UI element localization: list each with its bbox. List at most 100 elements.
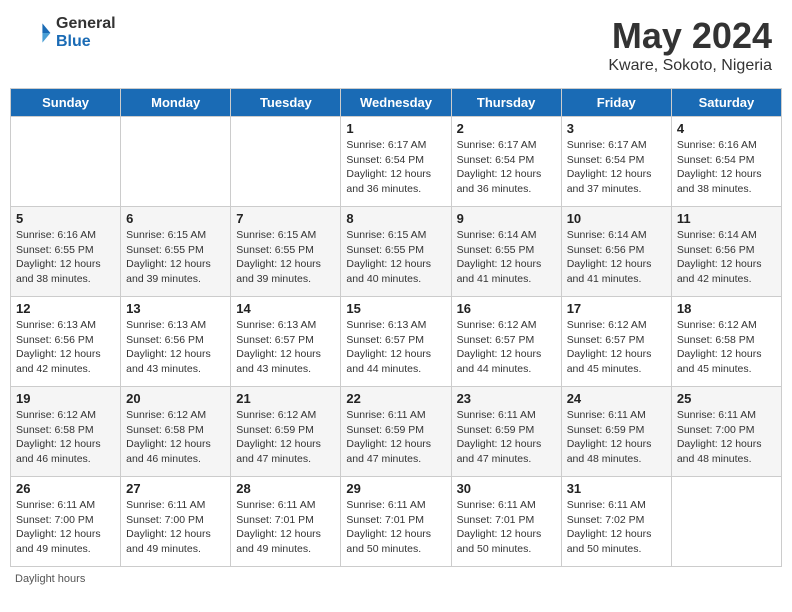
day-cell: 5 Sunrise: 6:16 AM Sunset: 6:55 PM Daylig…	[11, 207, 121, 297]
day-number: 13	[126, 301, 225, 316]
day-cell: 14Sunrise: 6:13 AM Sunset: 6:57 PM Dayli…	[231, 297, 341, 387]
logo-text: General Blue	[56, 15, 116, 50]
header-cell-thursday: Thursday	[451, 89, 561, 117]
day-info: Sunrise: 6:11 AM Sunset: 7:02 PM Dayligh…	[567, 498, 666, 557]
day-info: Sunrise: 6:14 AM Sunset: 6:56 PM Dayligh…	[677, 228, 776, 287]
location-label: Kware, Sokoto, Nigeria	[608, 57, 772, 75]
day-info: Sunrise: 6:15 AM Sunset: 6:55 PM Dayligh…	[126, 228, 225, 287]
day-info: Sunrise: 6:11 AM Sunset: 7:00 PM Dayligh…	[16, 498, 115, 557]
day-info: Sunrise: 6:11 AM Sunset: 7:00 PM Dayligh…	[126, 498, 225, 557]
day-info: Sunrise: 6:11 AM Sunset: 6:59 PM Dayligh…	[346, 408, 445, 467]
day-info: Sunrise: 6:16 AM Sunset: 6:54 PM Dayligh…	[677, 138, 776, 197]
header-cell-monday: Monday	[121, 89, 231, 117]
day-cell: 11 Sunrise: 6:14 AM Sunset: 6:56 PM Dayli…	[671, 207, 781, 297]
day-info: Sunrise: 6:13 AM Sunset: 6:56 PM Dayligh…	[16, 318, 115, 377]
day-info: Sunrise: 6:16 AM Sunset: 6:55 PM Dayligh…	[16, 228, 115, 287]
day-cell	[121, 117, 231, 207]
week-row-5: 26 Sunrise: 6:11 AM Sunset: 7:00 PM Dayli…	[11, 477, 782, 567]
day-number: 16	[457, 301, 556, 316]
week-row-3: 12Sunrise: 6:13 AM Sunset: 6:56 PM Dayli…	[11, 297, 782, 387]
day-number: 19	[16, 391, 115, 406]
day-info: Sunrise: 6:15 AM Sunset: 6:55 PM Dayligh…	[236, 228, 335, 287]
header-cell-saturday: Saturday	[671, 89, 781, 117]
header-cell-tuesday: Tuesday	[231, 89, 341, 117]
day-info: Sunrise: 6:15 AM Sunset: 6:55 PM Dayligh…	[346, 228, 445, 287]
day-cell: 29Sunrise: 6:11 AM Sunset: 7:01 PM Dayli…	[341, 477, 451, 567]
day-cell: 26 Sunrise: 6:11 AM Sunset: 7:00 PM Dayli…	[11, 477, 121, 567]
day-info: Sunrise: 6:13 AM Sunset: 6:57 PM Dayligh…	[346, 318, 445, 377]
day-cell: 24Sunrise: 6:11 AM Sunset: 6:59 PM Dayli…	[561, 387, 671, 477]
day-cell: 27Sunrise: 6:11 AM Sunset: 7:00 PM Dayli…	[121, 477, 231, 567]
day-cell: 19 Sunrise: 6:12 AM Sunset: 6:58 PM Dayli…	[11, 387, 121, 477]
day-number: 7	[236, 211, 335, 226]
day-info: Sunrise: 6:13 AM Sunset: 6:57 PM Dayligh…	[236, 318, 335, 377]
day-number: 6	[126, 211, 225, 226]
day-info: Sunrise: 6:17 AM Sunset: 6:54 PM Dayligh…	[346, 138, 445, 197]
day-cell: 6 Sunrise: 6:15 AM Sunset: 6:55 PM Daylig…	[121, 207, 231, 297]
day-number: 4	[677, 121, 776, 136]
day-cell: 8Sunrise: 6:15 AM Sunset: 6:55 PM Daylig…	[341, 207, 451, 297]
page-header: General Blue May 2024 Kware, Sokoto, Nig…	[10, 10, 782, 80]
day-cell: 2 Sunrise: 6:17 AM Sunset: 6:54 PM Daylig…	[451, 117, 561, 207]
day-info: Sunrise: 6:11 AM Sunset: 7:01 PM Dayligh…	[346, 498, 445, 557]
day-number: 28	[236, 481, 335, 496]
day-cell: 31 Sunrise: 6:11 AM Sunset: 7:02 PM Dayli…	[561, 477, 671, 567]
day-info: Sunrise: 6:12 AM Sunset: 6:58 PM Dayligh…	[126, 408, 225, 467]
day-info: Sunrise: 6:12 AM Sunset: 6:59 PM Dayligh…	[236, 408, 335, 467]
day-info: Sunrise: 6:12 AM Sunset: 6:58 PM Dayligh…	[677, 318, 776, 377]
day-cell: 20 Sunrise: 6:12 AM Sunset: 6:58 PM Dayli…	[121, 387, 231, 477]
day-info: Sunrise: 6:11 AM Sunset: 7:00 PM Dayligh…	[677, 408, 776, 467]
day-cell: 25 Sunrise: 6:11 AM Sunset: 7:00 PM Dayli…	[671, 387, 781, 477]
day-cell: 18 Sunrise: 6:12 AM Sunset: 6:58 PM Dayli…	[671, 297, 781, 387]
day-number: 1	[346, 121, 445, 136]
day-number: 25	[677, 391, 776, 406]
day-info: Sunrise: 6:17 AM Sunset: 6:54 PM Dayligh…	[457, 138, 556, 197]
header-row: SundayMondayTuesdayWednesdayThursdayFrid…	[11, 89, 782, 117]
day-number: 30	[457, 481, 556, 496]
day-cell: 12Sunrise: 6:13 AM Sunset: 6:56 PM Dayli…	[11, 297, 121, 387]
day-number: 3	[567, 121, 666, 136]
title-block: May 2024 Kware, Sokoto, Nigeria	[608, 15, 772, 75]
day-number: 17	[567, 301, 666, 316]
day-number: 31	[567, 481, 666, 496]
day-number: 21	[236, 391, 335, 406]
day-cell: 10 Sunrise: 6:14 AM Sunset: 6:56 PM Dayli…	[561, 207, 671, 297]
day-info: Sunrise: 6:11 AM Sunset: 7:01 PM Dayligh…	[236, 498, 335, 557]
day-number: 23	[457, 391, 556, 406]
day-number: 2	[457, 121, 556, 136]
day-cell: 13 Sunrise: 6:13 AM Sunset: 6:56 PM Dayli…	[121, 297, 231, 387]
day-number: 26	[16, 481, 115, 496]
day-number: 5	[16, 211, 115, 226]
week-row-1: 1 Sunrise: 6:17 AM Sunset: 6:54 PM Daylig…	[11, 117, 782, 207]
calendar-table: SundayMondayTuesdayWednesdayThursdayFrid…	[10, 88, 782, 567]
day-info: Sunrise: 6:11 AM Sunset: 6:59 PM Dayligh…	[567, 408, 666, 467]
day-cell: 9Sunrise: 6:14 AM Sunset: 6:55 PM Daylig…	[451, 207, 561, 297]
day-cell: 30 Sunrise: 6:11 AM Sunset: 7:01 PM Dayli…	[451, 477, 561, 567]
day-number: 11	[677, 211, 776, 226]
day-cell	[671, 477, 781, 567]
week-row-4: 19 Sunrise: 6:12 AM Sunset: 6:58 PM Dayli…	[11, 387, 782, 477]
day-cell: 21 Sunrise: 6:12 AM Sunset: 6:59 PM Dayli…	[231, 387, 341, 477]
day-cell: 4 Sunrise: 6:16 AM Sunset: 6:54 PM Daylig…	[671, 117, 781, 207]
day-cell	[231, 117, 341, 207]
day-cell: 17Sunrise: 6:12 AM Sunset: 6:57 PM Dayli…	[561, 297, 671, 387]
logo-general-text: General	[56, 15, 116, 33]
header-cell-wednesday: Wednesday	[341, 89, 451, 117]
day-cell: 28 Sunrise: 6:11 AM Sunset: 7:01 PM Dayli…	[231, 477, 341, 567]
day-cell: 1 Sunrise: 6:17 AM Sunset: 6:54 PM Daylig…	[341, 117, 451, 207]
day-cell: 3Sunrise: 6:17 AM Sunset: 6:54 PM Daylig…	[561, 117, 671, 207]
day-info: Sunrise: 6:14 AM Sunset: 6:55 PM Dayligh…	[457, 228, 556, 287]
day-info: Sunrise: 6:13 AM Sunset: 6:56 PM Dayligh…	[126, 318, 225, 377]
logo: General Blue	[20, 15, 116, 50]
day-info: Sunrise: 6:11 AM Sunset: 7:01 PM Dayligh…	[457, 498, 556, 557]
day-info: Sunrise: 6:14 AM Sunset: 6:56 PM Dayligh…	[567, 228, 666, 287]
week-row-2: 5 Sunrise: 6:16 AM Sunset: 6:55 PM Daylig…	[11, 207, 782, 297]
footer: Daylight hours	[10, 573, 782, 585]
day-number: 18	[677, 301, 776, 316]
day-info: Sunrise: 6:12 AM Sunset: 6:58 PM Dayligh…	[16, 408, 115, 467]
day-number: 20	[126, 391, 225, 406]
day-number: 10	[567, 211, 666, 226]
day-cell: 16Sunrise: 6:12 AM Sunset: 6:57 PM Dayli…	[451, 297, 561, 387]
logo-blue-text: Blue	[56, 33, 116, 51]
day-cell	[11, 117, 121, 207]
